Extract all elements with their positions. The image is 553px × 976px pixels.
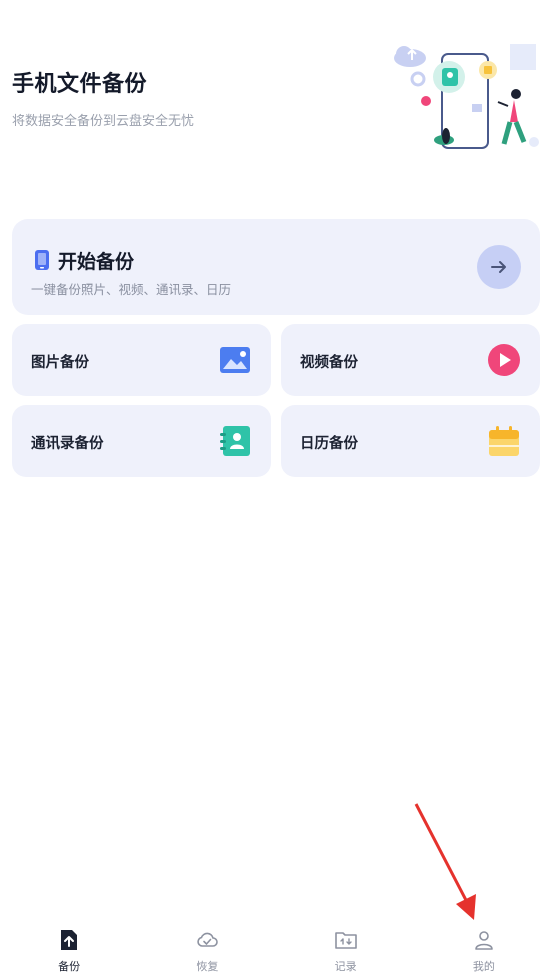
start-backup-button[interactable] (477, 245, 521, 289)
folder-transfer-icon (334, 932, 357, 949)
page-title: 手机文件备份 (12, 72, 148, 97)
cloud-check-icon (197, 932, 219, 947)
annotation-arrow-icon (414, 803, 476, 920)
tab-records-label: 记录 (334, 960, 357, 973)
calendar-backup-label: 日历备份 (300, 436, 358, 452)
contacts-icon (220, 426, 250, 456)
play-icon (488, 344, 520, 376)
tab-restore-label: 恢复 (196, 960, 219, 973)
tab-records[interactable]: 记录 (306, 918, 386, 974)
tab-restore[interactable]: 恢复 (167, 918, 247, 974)
phone-icon (35, 250, 49, 270)
image-icon (220, 347, 250, 373)
video-backup-tile[interactable]: 视频备份 (281, 324, 540, 396)
arrow-right-icon (491, 261, 506, 273)
contacts-backup-tile[interactable]: 通讯录备份 (12, 405, 271, 477)
tab-mine-label: 我的 (472, 960, 495, 973)
start-backup-card[interactable]: 开始备份 一键备份照片、视频、通讯录、日历 (12, 219, 540, 315)
tab-mine[interactable]: 我的 (444, 918, 524, 974)
page-subtitle: 将数据安全备份到云盘安全无忧 (12, 114, 195, 129)
photo-backup-tile[interactable]: 图片备份 (12, 324, 271, 396)
user-icon (475, 931, 493, 950)
bottom-tab-bar: 备份 恢复 记录 我的 (0, 918, 553, 976)
header: 手机文件备份 将数据安全备份到云盘安全无忧 (12, 66, 194, 129)
video-backup-label: 视频备份 (300, 355, 358, 371)
tab-backup[interactable]: 备份 (29, 918, 109, 974)
start-backup-title: 开始备份 (58, 251, 135, 273)
calendar-icon (489, 426, 519, 456)
calendar-backup-tile[interactable]: 日历备份 (281, 405, 540, 477)
contacts-backup-label: 通讯录备份 (31, 436, 104, 452)
tab-backup-label: 备份 (58, 960, 81, 973)
backup-upload-icon (61, 930, 78, 950)
start-backup-subtitle: 一键备份照片、视频、通讯录、日历 (31, 282, 232, 297)
backup-illustration (394, 44, 539, 149)
photo-backup-label: 图片备份 (31, 355, 89, 371)
